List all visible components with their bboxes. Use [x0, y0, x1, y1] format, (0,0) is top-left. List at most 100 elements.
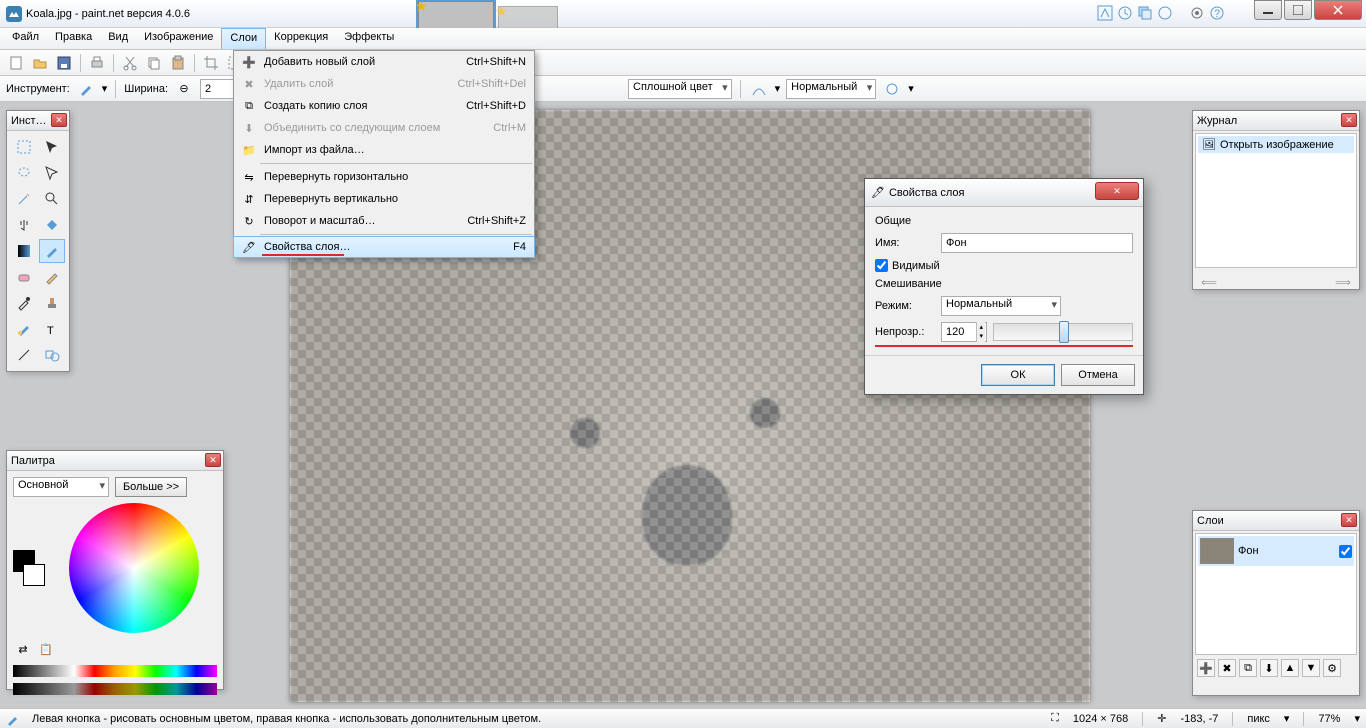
- tool-lasso[interactable]: [11, 161, 37, 185]
- menu-flip-h[interactable]: ⇋Перевернуть горизонтально: [234, 166, 534, 188]
- tool-move[interactable]: [39, 161, 65, 185]
- close-icon[interactable]: ✕: [51, 113, 67, 127]
- tools-window-icon[interactable]: [1096, 4, 1114, 22]
- history-item[interactable]: 🖼Открыть изображение: [1198, 136, 1354, 153]
- help-icon[interactable]: ?: [1208, 4, 1226, 22]
- undo-all-icon[interactable]: ⟸: [1199, 272, 1219, 292]
- dup-layer-button[interactable]: ⧉: [1239, 659, 1257, 677]
- tool-fill[interactable]: [39, 213, 65, 237]
- dialog-close-button[interactable]: ✕: [1095, 182, 1139, 200]
- layer-name-input[interactable]: [941, 233, 1133, 253]
- rotate-icon: ↻: [240, 212, 258, 230]
- history-window-icon[interactable]: [1116, 4, 1134, 22]
- menu-layer-properties[interactable]: 🖊Свойства слоя…F4: [233, 236, 535, 258]
- dialog-title[interactable]: 🖊 Свойства слоя ✕: [865, 179, 1143, 207]
- antialias-icon[interactable]: [749, 79, 769, 99]
- layer-thumb: [1200, 538, 1234, 564]
- menu-layers[interactable]: Слои: [221, 28, 266, 49]
- menu-add-layer[interactable]: ➕Добавить новый слойCtrl+Shift+N: [234, 51, 534, 73]
- colors-window-icon[interactable]: [1156, 4, 1174, 22]
- layer-visibility-checkbox[interactable]: [1339, 545, 1352, 558]
- tool-pencil[interactable]: [39, 265, 65, 289]
- tool-brush[interactable]: [39, 239, 65, 263]
- menu-image[interactable]: Изображение: [136, 28, 221, 49]
- add-layer-button[interactable]: ➕: [1197, 659, 1215, 677]
- tool-wand[interactable]: [11, 187, 37, 211]
- width-minus-icon[interactable]: ⊖: [174, 79, 194, 99]
- menu-duplicate-layer[interactable]: ⧉Создать копию слояCtrl+Shift+D: [234, 95, 534, 117]
- save-icon[interactable]: [54, 53, 74, 73]
- tool-gradient[interactable]: [11, 239, 37, 263]
- close-button[interactable]: [1314, 0, 1362, 20]
- swatch-strip[interactable]: [13, 665, 217, 677]
- menu-edit[interactable]: Правка: [47, 28, 100, 49]
- menu-effects[interactable]: Эффекты: [336, 28, 402, 49]
- tools-panel-title[interactable]: Инст…✕: [7, 111, 69, 131]
- blend-mode-select[interactable]: Нормальный: [941, 296, 1061, 316]
- tool-zoom[interactable]: [39, 187, 65, 211]
- move-down-button[interactable]: ▼: [1302, 659, 1320, 677]
- palette-title[interactable]: Палитра✕: [7, 451, 223, 471]
- cut-icon[interactable]: [120, 53, 140, 73]
- close-icon[interactable]: ✕: [1341, 113, 1357, 127]
- open-icon[interactable]: [30, 53, 50, 73]
- color-wheel[interactable]: [69, 503, 199, 633]
- tool-shapes[interactable]: [39, 343, 65, 367]
- copy-icon[interactable]: [144, 53, 164, 73]
- swatch-strip-dark[interactable]: [13, 683, 217, 695]
- redo-all-icon[interactable]: ⟹: [1333, 272, 1353, 292]
- opacity-slider[interactable]: [993, 323, 1133, 341]
- ok-button[interactable]: ОК: [981, 364, 1055, 386]
- layers-window-icon[interactable]: [1136, 4, 1154, 22]
- tool-picker[interactable]: [11, 291, 37, 315]
- menu-flip-v[interactable]: ⇵Перевернуть вертикально: [234, 188, 534, 210]
- tool-line[interactable]: [11, 343, 37, 367]
- props-icon: 🖊: [871, 186, 885, 199]
- tool-move-select[interactable]: [39, 135, 65, 159]
- crop-icon[interactable]: [201, 53, 221, 73]
- new-icon[interactable]: [6, 53, 26, 73]
- swap-colors-icon[interactable]: ⇄: [13, 639, 33, 659]
- menu-import-file[interactable]: 📁Импорт из файла…: [234, 139, 534, 161]
- print-icon[interactable]: [87, 53, 107, 73]
- minimize-button[interactable]: [1254, 0, 1282, 20]
- fill-mode-combo[interactable]: Сплошной цвет: [628, 79, 732, 99]
- merge-layer-icon: ⬇: [240, 119, 258, 137]
- slider-thumb[interactable]: [1059, 321, 1069, 343]
- tool-text[interactable]: T: [39, 317, 65, 341]
- menu-file[interactable]: Файл: [4, 28, 47, 49]
- menu-rotate-zoom[interactable]: ↻Поворот и масштаб…Ctrl+Shift+Z: [234, 210, 534, 232]
- menu-adjust[interactable]: Коррекция: [266, 28, 336, 49]
- palette-menu-icon[interactable]: 📋: [36, 639, 56, 659]
- layers-panel-title[interactable]: Слои✕: [1193, 511, 1359, 531]
- close-icon[interactable]: ✕: [1341, 513, 1357, 527]
- maximize-button[interactable]: [1284, 0, 1312, 20]
- tool-eraser[interactable]: [11, 265, 37, 289]
- tool-clone[interactable]: [39, 291, 65, 315]
- overwrite-icon[interactable]: [882, 79, 902, 99]
- history-title[interactable]: Журнал✕: [1193, 111, 1359, 131]
- cancel-button[interactable]: Отмена: [1061, 364, 1135, 386]
- utility-icons: ?: [1096, 4, 1226, 22]
- tool-pan[interactable]: [11, 213, 37, 237]
- close-icon[interactable]: ✕: [205, 453, 221, 467]
- merge-button[interactable]: ⬇: [1260, 659, 1278, 677]
- props-icon: 🖊: [240, 238, 258, 256]
- del-layer-button[interactable]: ✖: [1218, 659, 1236, 677]
- tool-brush-icon[interactable]: [76, 79, 96, 99]
- blend-mode-combo[interactable]: Нормальный: [786, 79, 876, 99]
- visible-checkbox[interactable]: [875, 259, 888, 272]
- window-title: Koala.jpg - paint.net версия 4.0.6: [26, 8, 190, 20]
- menu-view[interactable]: Вид: [100, 28, 136, 49]
- primary-secondary-swatch[interactable]: [13, 550, 45, 586]
- opacity-spinner[interactable]: 120: [941, 322, 987, 342]
- move-up-button[interactable]: ▲: [1281, 659, 1299, 677]
- tool-recolor[interactable]: [11, 317, 37, 341]
- layer-row[interactable]: Фон: [1198, 536, 1354, 566]
- paste-icon[interactable]: [168, 53, 188, 73]
- tool-rect-select[interactable]: [11, 135, 37, 159]
- palette-more-button[interactable]: Больше >>: [115, 477, 187, 497]
- gear-icon[interactable]: [1188, 4, 1206, 22]
- properties-button[interactable]: ⚙: [1323, 659, 1341, 677]
- palette-mode-combo[interactable]: Основной: [13, 477, 109, 497]
